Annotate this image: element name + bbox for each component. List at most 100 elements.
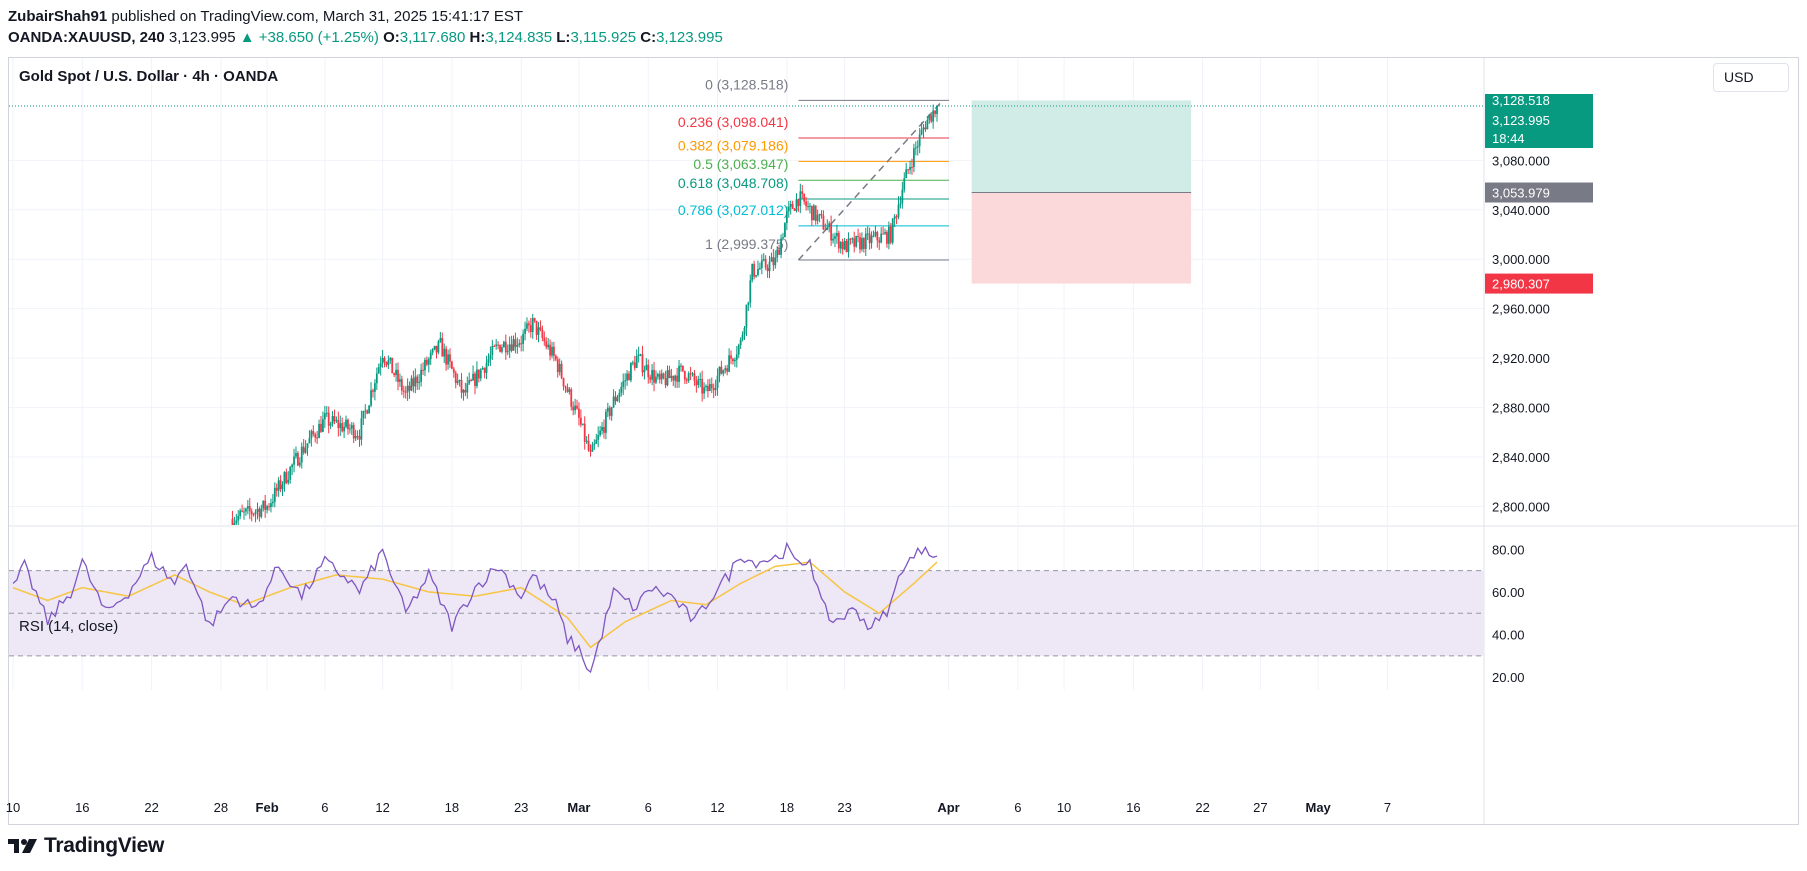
candle-body [329, 423, 332, 426]
candle-body [889, 226, 892, 243]
candle-body [418, 381, 421, 383]
x-tick-label: 10 [6, 800, 20, 815]
candle-body [716, 375, 719, 388]
candle-body [605, 411, 607, 433]
candle-body [853, 238, 856, 247]
candle-body [472, 373, 474, 381]
candle-body [697, 379, 700, 386]
candle-body [271, 501, 274, 504]
candle-body [707, 385, 709, 392]
x-tick-label: May [1306, 800, 1332, 815]
candle-body [493, 346, 496, 348]
candle-body [289, 467, 292, 480]
candle-body [862, 238, 865, 249]
candle-body [722, 370, 725, 374]
y-tick-label: 3,000.000 [1492, 252, 1550, 267]
candle-body [787, 206, 790, 212]
candle-body [402, 390, 405, 392]
candle-body [400, 379, 403, 391]
candle-body [506, 351, 509, 353]
candle-body [699, 378, 702, 380]
x-tick-label: 18 [780, 800, 794, 815]
candle-body [647, 364, 650, 378]
candle-body [391, 357, 394, 374]
candle-body [814, 205, 817, 221]
candle-body [429, 352, 432, 360]
candle-body [799, 191, 802, 206]
chart-canvas[interactable]: 10 16 22 28 Feb 6 12 18 23 Mar 6 12 18 23 Apr 6 10 16 22 27… [0, 0, 1807, 871]
candle-body [300, 446, 303, 463]
candle-body [483, 368, 486, 373]
candle-body [360, 418, 363, 440]
candle-body [803, 193, 806, 202]
candle-body [839, 242, 842, 249]
candle-body [368, 405, 371, 414]
candle-body [547, 344, 550, 348]
candle-body [322, 419, 324, 432]
candle-body [834, 236, 836, 239]
candle-body [770, 257, 773, 262]
candle-body [260, 508, 263, 517]
candle-body [350, 425, 353, 429]
candle-body [772, 257, 775, 266]
candle-body [880, 233, 883, 243]
candle-body [764, 259, 767, 268]
candle-body [897, 204, 900, 217]
candle-body [608, 407, 611, 416]
candle-body [753, 263, 756, 277]
candle-body [512, 339, 515, 351]
candle-body [891, 218, 894, 243]
candle-body [343, 426, 345, 432]
candle-body [304, 447, 307, 453]
candle-body [468, 379, 471, 384]
candle-body [298, 462, 301, 466]
candle-body [370, 390, 372, 406]
candle-body [616, 397, 619, 402]
candle-body [847, 238, 850, 253]
candle-body [310, 431, 313, 439]
candle-body [720, 366, 723, 374]
candle-body [874, 232, 877, 236]
candle-body [404, 391, 407, 393]
candle-body [233, 523, 236, 525]
candle-body [341, 423, 344, 432]
tradingview-logo[interactable]: TradingView [8, 834, 164, 858]
x-tick-label: 23 [837, 800, 851, 815]
candle-body [878, 240, 881, 243]
candle-body [539, 327, 542, 330]
candle-body [293, 456, 295, 465]
candle-body [316, 437, 319, 439]
candle-body [239, 510, 242, 517]
candle-body [377, 367, 380, 374]
candle-body [687, 373, 690, 381]
candle-body [327, 412, 330, 426]
candle-body [922, 127, 925, 130]
candle-body [785, 211, 788, 224]
y-tick-label: 2,800.000 [1492, 499, 1550, 514]
candle-body [476, 369, 478, 387]
candle-body [531, 318, 534, 333]
candle-body [585, 440, 588, 442]
candle-body [658, 374, 661, 380]
candle-body [331, 415, 334, 424]
x-tick-label: 6 [321, 800, 328, 815]
target-zone [971, 100, 1192, 193]
x-tick-label: 23 [514, 800, 528, 815]
candle-body [851, 238, 854, 240]
candle-body [905, 169, 908, 179]
x-tick-label: 22 [144, 800, 158, 815]
candle-body [618, 392, 621, 398]
candle-body [275, 487, 278, 491]
candle-body [454, 372, 457, 384]
candle-body [462, 389, 465, 393]
candle-body [631, 362, 634, 364]
candle-body [524, 328, 526, 334]
candle-body [437, 341, 440, 353]
candle-body [441, 338, 444, 357]
candle-body [743, 327, 746, 335]
candle-body [886, 232, 888, 244]
x-tick-label: Mar [567, 800, 590, 815]
candle-body [597, 434, 600, 440]
currency-button[interactable]: USD [1713, 63, 1789, 92]
candle-body [374, 383, 376, 392]
